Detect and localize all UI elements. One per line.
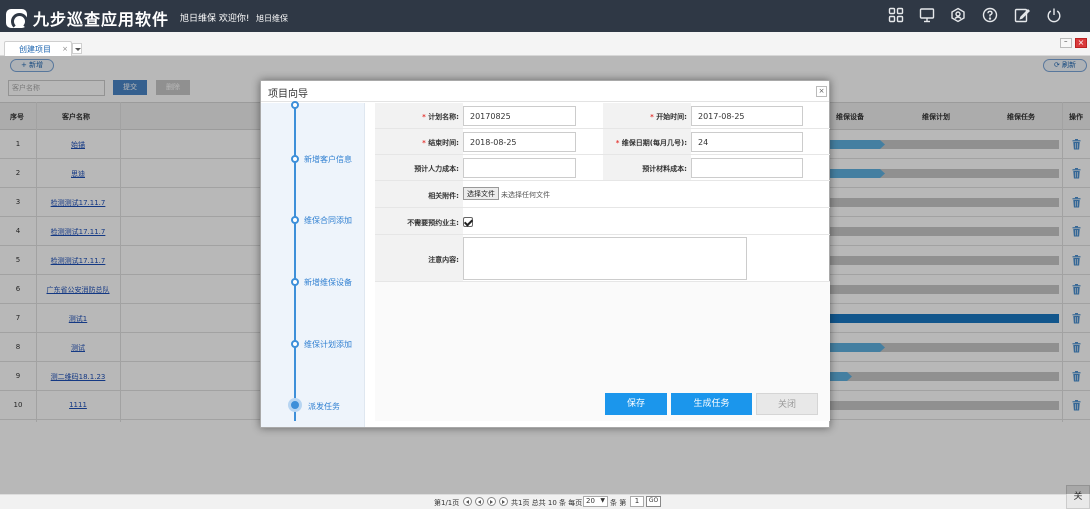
next-page-icon[interactable] (487, 497, 496, 506)
end-time-input[interactable] (463, 132, 576, 152)
dialog-title: 项目向导 (261, 81, 829, 102)
notes-textarea[interactable] (463, 237, 747, 280)
tab-close-icon[interactable]: × (62, 45, 68, 53)
plan-form: * 计划名称: * 开始时间: * 结束时间: * 维保日期(每月几号): 预计… (375, 103, 830, 421)
prev-page-icon[interactable] (475, 497, 484, 506)
logo-icon (6, 8, 28, 30)
dialog-close-icon[interactable]: × (816, 86, 827, 97)
user-location-icon[interactable] (950, 7, 966, 23)
minimize-button[interactable]: – (1060, 37, 1072, 48)
step-customer-info[interactable]: 新增客户信息 (304, 154, 352, 165)
material-cost-label: 预计材料成本: (642, 165, 687, 173)
no-appointment-checkbox[interactable] (463, 217, 473, 227)
form-row: * 结束时间: * 维保日期(每月几号): (375, 129, 830, 155)
step-dot-icon (291, 278, 299, 286)
tab-bar: 创建项目 × (0, 32, 1090, 56)
maintenance-day-label: * 维保日期(每月几号): (615, 139, 687, 147)
material-cost-input[interactable] (691, 158, 803, 178)
form-row: 不需要预约业主: (375, 208, 830, 235)
help-icon[interactable] (982, 7, 998, 23)
pagination-bar: 第1/1页 共1页 总共 10 条 每页 20 ▼ 条 第 1 GO (0, 494, 1090, 509)
step-dot-icon (291, 216, 299, 224)
page-size-value: 20 (586, 497, 595, 505)
total-info: 共1页 总共 10 条 每页 (511, 499, 583, 507)
step-device[interactable]: 新增维保设备 (304, 277, 352, 288)
app-logo: 九步巡查应用软件 (6, 6, 169, 30)
minimize-icon: – (1064, 37, 1068, 45)
step-timeline (294, 103, 296, 421)
labor-cost-input[interactable] (463, 158, 576, 178)
step-dot-icon (291, 101, 299, 109)
top-header: 九步巡查应用软件 旭日维保 欢迎你! 旭日维保 (0, 0, 1090, 32)
close-window-button[interactable]: × (1075, 38, 1087, 48)
close-dialog-button[interactable]: 关闭 (756, 393, 818, 415)
form-row: 预计人力成本: 预计材料成本: (375, 155, 830, 181)
org-link[interactable]: 旭日维保 (256, 13, 288, 24)
labor-cost-label: 预计人力成本: (414, 165, 459, 173)
app-name: 九步巡查应用软件 (33, 10, 170, 29)
generate-task-button[interactable]: 生成任务 (671, 393, 752, 415)
chevron-down-icon: ▼ (600, 497, 605, 504)
power-icon[interactable] (1046, 7, 1062, 23)
maintenance-day-input[interactable] (691, 132, 803, 152)
step-plan[interactable]: 维保计划添加 (304, 339, 352, 350)
go-button[interactable]: GO (646, 496, 661, 507)
form-row: * 计划名称: * 开始时间: (375, 103, 830, 129)
file-status: 未选择任何文件 (501, 191, 550, 199)
tab-label: 创建项目 (19, 45, 51, 54)
page-number-input[interactable]: 1 (630, 496, 644, 507)
form-row: 注意内容: (375, 235, 830, 282)
last-page-icon[interactable] (499, 497, 508, 506)
project-wizard-dialog: 项目向导 × 新增客户信息 维保合同添加 新增维保设备 维保计划添加 派发任务 … (260, 80, 830, 428)
plan-name-label: * 计划名称: (422, 113, 459, 121)
step-dot-icon (291, 340, 299, 348)
monitor-icon[interactable] (919, 7, 935, 23)
page-label: 条 第 (610, 499, 627, 507)
choose-file-button[interactable]: 选择文件 (463, 187, 499, 200)
tab-dropdown-icon[interactable] (72, 43, 82, 54)
edit-icon[interactable] (1014, 7, 1030, 23)
save-button[interactable]: 保存 (605, 393, 667, 415)
plan-name-input[interactable] (463, 106, 576, 126)
first-page-icon[interactable] (463, 497, 472, 506)
apps-grid-icon[interactable] (888, 7, 904, 23)
attachment-label: 相关附件: (428, 192, 459, 200)
step-contract[interactable]: 维保合同添加 (304, 215, 352, 226)
notes-label: 注意内容: (428, 256, 459, 264)
page-size-select[interactable]: 20 ▼ (583, 496, 608, 507)
current-step-dot-icon (288, 398, 302, 412)
start-time-input[interactable] (691, 106, 803, 126)
no-appointment-label: 不需要预约业主: (407, 219, 459, 227)
page-info: 第1/1页 (434, 499, 460, 507)
form-row: 相关附件: 选择文件 未选择任何文件 (375, 181, 830, 208)
step-dot-icon (291, 155, 299, 163)
start-time-label: * 开始时间: (650, 113, 687, 121)
wizard-steps: 新增客户信息 维保合同添加 新增维保设备 维保计划添加 派发任务 (261, 101, 365, 427)
user-greeting: 旭日维保 欢迎你! (180, 14, 250, 24)
end-time-label: * 结束时间: (422, 139, 459, 147)
tab-create-project[interactable]: 创建项目 × (4, 41, 72, 56)
close-icon: × (1077, 38, 1085, 47)
step-dispatch-task[interactable]: 派发任务 (308, 401, 340, 412)
